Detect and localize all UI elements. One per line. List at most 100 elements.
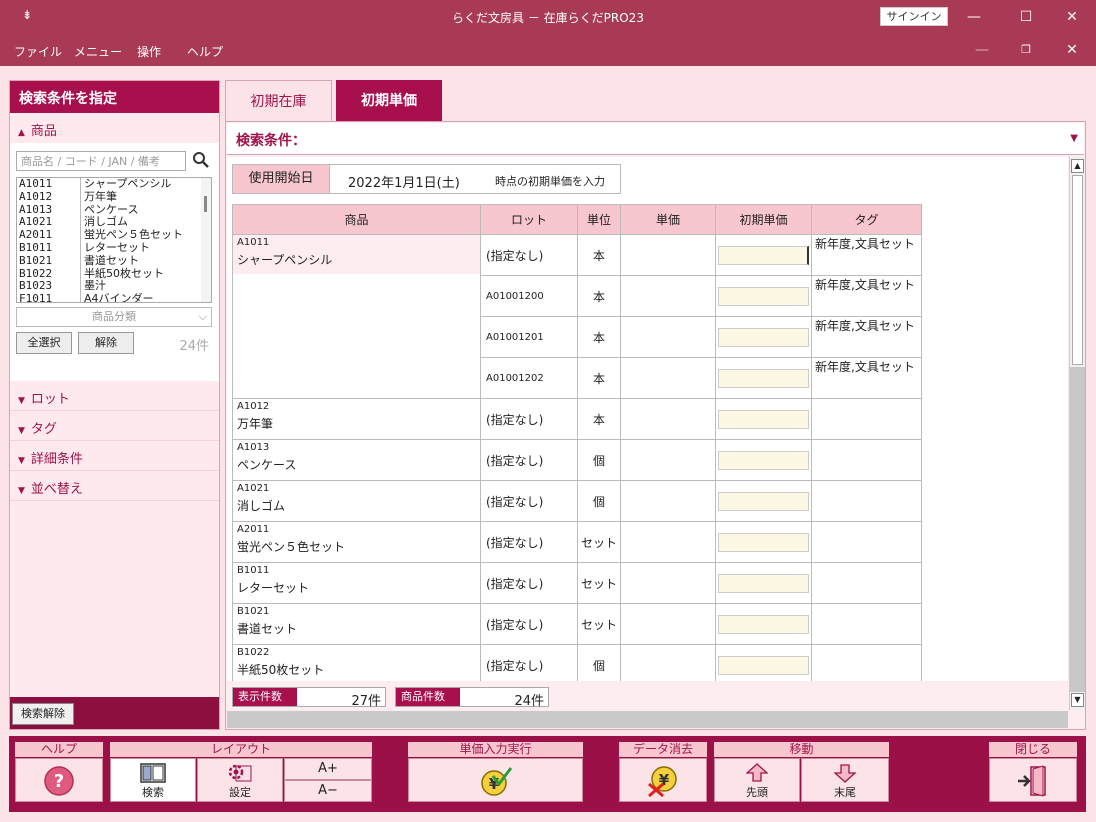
search-icon[interactable] (192, 151, 210, 169)
deselect-button[interactable]: 解除 (78, 332, 134, 354)
inner-minimize-icon[interactable]: — (972, 40, 992, 60)
tab-initial-price[interactable]: 初期単価 (336, 80, 442, 122)
initial-price-input[interactable] (718, 532, 809, 552)
initial-price-cell[interactable] (715, 234, 812, 276)
initial-price-input[interactable] (718, 614, 809, 634)
product-search-input[interactable] (16, 151, 186, 171)
initial-price-input[interactable] (718, 491, 809, 511)
minimize-icon[interactable]: — (964, 7, 984, 27)
product-list-item[interactable]: B1011 レターセット (17, 241, 211, 255)
tag-cell[interactable] (811, 644, 922, 681)
column-header-lot[interactable]: ロット (480, 204, 578, 235)
product-cell[interactable]: A2011 蛍光ペン５色セット (232, 521, 481, 563)
close-button[interactable] (989, 758, 1077, 802)
dropdown-triangle-icon[interactable]: ▼ (1070, 133, 1078, 144)
product-list-scrollbar[interactable] (201, 178, 211, 302)
lot-cell[interactable]: A01001202 (480, 357, 578, 399)
tab-initial-stock[interactable]: 初期在庫 (225, 80, 332, 122)
initial-price-cell[interactable] (715, 316, 812, 358)
menu-help[interactable]: ヘルプ (187, 43, 223, 60)
grid-horizontal-scrollbar[interactable] (227, 711, 1068, 728)
lot-cell[interactable]: (指定なし) (480, 480, 578, 522)
tag-cell[interactable] (811, 439, 922, 481)
initial-price-cell[interactable] (715, 521, 812, 563)
tag-cell[interactable]: 新年度,文具セット (811, 316, 922, 358)
section-product[interactable]: ▲ 商品 (10, 113, 219, 143)
menu-operation[interactable]: 操作 (137, 43, 161, 60)
initial-price-input[interactable] (718, 245, 809, 265)
initial-price-cell[interactable] (715, 644, 812, 681)
tag-cell[interactable] (811, 562, 922, 604)
initial-price-cell[interactable] (715, 480, 812, 522)
column-header-price[interactable]: 単価 (620, 204, 716, 235)
signin-button[interactable]: サインイン (880, 7, 948, 26)
execute-price-input-button[interactable]: ¥ (408, 758, 583, 802)
product-cell[interactable]: B1022 半紙50枚セット (232, 644, 481, 681)
lot-cell[interactable]: A01001201 (480, 316, 578, 358)
section-lot[interactable]: ▼ ロット (10, 381, 219, 411)
lot-cell[interactable]: (指定なし) (480, 398, 578, 440)
table-row[interactable]: A1013 ペンケース (指定なし) 個 (232, 439, 922, 481)
product-cell[interactable]: B1021 書道セット (232, 603, 481, 645)
select-all-button[interactable]: 全選択 (16, 332, 72, 354)
column-header-tag[interactable]: タグ (811, 204, 922, 235)
product-list-item[interactable]: F1011 A4バインダー (17, 292, 211, 302)
product-cell[interactable]: A1021 消しゴム (232, 480, 481, 522)
product-list-item[interactable]: A1012 万年筆 (17, 190, 211, 204)
scroll-up-icon[interactable]: ▲ (1071, 159, 1084, 173)
column-header-unit[interactable]: 単位 (577, 204, 621, 235)
initial-price-cell[interactable] (715, 398, 812, 440)
tag-cell[interactable] (811, 398, 922, 440)
product-cell[interactable]: B1011 レターセット (232, 562, 481, 604)
lot-cell[interactable]: (指定なし) (480, 644, 578, 681)
search-condition-bar[interactable]: 検索条件： ▼ (227, 123, 1084, 155)
product-cell[interactable]: A1012 万年筆 (232, 398, 481, 440)
lot-cell[interactable]: A01001200 (480, 275, 578, 317)
section-tag[interactable]: ▼ タグ (10, 411, 219, 441)
scroll-down-icon[interactable]: ▼ (1071, 693, 1084, 707)
column-header-product[interactable]: 商品 (232, 204, 481, 235)
initial-price-cell[interactable] (715, 357, 812, 399)
tag-cell[interactable]: 新年度,文具セット (811, 357, 922, 399)
lot-cell[interactable]: (指定なし) (480, 439, 578, 481)
move-last-button[interactable]: 末尾 (801, 758, 889, 802)
table-row[interactable]: B1011 レターセット (指定なし) セット (232, 562, 922, 604)
grid-vertical-scrollbar[interactable]: ▲ ▼ (1069, 157, 1085, 710)
inner-close-icon[interactable]: ✕ (1062, 40, 1082, 60)
table-row[interactable]: A1012 万年筆 (指定なし) 本 (232, 398, 922, 440)
initial-price-input[interactable] (718, 409, 809, 429)
table-row[interactable]: A1011 シャープペンシル (指定なし) 本新年度,文具セット (232, 234, 922, 399)
delete-data-button[interactable]: ¥ (619, 758, 707, 802)
initial-price-cell[interactable] (715, 275, 812, 317)
initial-price-cell[interactable] (715, 603, 812, 645)
table-row[interactable]: B1022 半紙50枚セット (指定なし) 個 (232, 644, 922, 681)
table-row[interactable]: A2011 蛍光ペン５色セット (指定なし) セット (232, 521, 922, 563)
lot-cell[interactable]: (指定なし) (480, 234, 578, 276)
inner-restore-icon[interactable]: ❐ (1016, 40, 1036, 60)
product-cell[interactable]: A1011 シャープペンシル (232, 234, 481, 399)
tag-cell[interactable] (811, 480, 922, 522)
help-button[interactable]: ? (15, 758, 103, 802)
product-cell[interactable]: A1013 ペンケース (232, 439, 481, 481)
lot-cell[interactable]: (指定なし) (480, 562, 578, 604)
menu-file[interactable]: ファイル (14, 43, 62, 60)
initial-price-input[interactable] (718, 655, 809, 675)
lot-cell[interactable]: (指定なし) (480, 603, 578, 645)
tag-cell[interactable]: 新年度,文具セット (811, 275, 922, 317)
close-window-icon[interactable]: ✕ (1062, 7, 1082, 27)
table-row[interactable]: B1021 書道セット (指定なし) セット (232, 603, 922, 645)
initial-price-input[interactable] (718, 368, 809, 388)
product-list[interactable]: A1011 シャープペンシル A1012 万年筆 A1013 ペンケース A1021 消しゴム… (16, 177, 212, 303)
start-date-value[interactable]: 2022年1月1日(土) (348, 172, 460, 191)
move-first-button[interactable]: 先頭 (714, 758, 800, 802)
initial-price-cell[interactable] (715, 562, 812, 604)
initial-price-input[interactable] (718, 573, 809, 593)
layout-settings-button[interactable]: 設定 (197, 758, 283, 802)
initial-price-input[interactable] (718, 327, 809, 347)
maximize-icon[interactable]: ☐ (1016, 7, 1036, 27)
product-list-item[interactable]: B1021 書道セット (17, 254, 211, 268)
font-decrease-button[interactable]: A− (284, 780, 372, 802)
clear-search-button[interactable]: 検索解除 (12, 703, 74, 725)
initial-price-cell[interactable] (715, 439, 812, 481)
lot-cell[interactable]: (指定なし) (480, 521, 578, 563)
